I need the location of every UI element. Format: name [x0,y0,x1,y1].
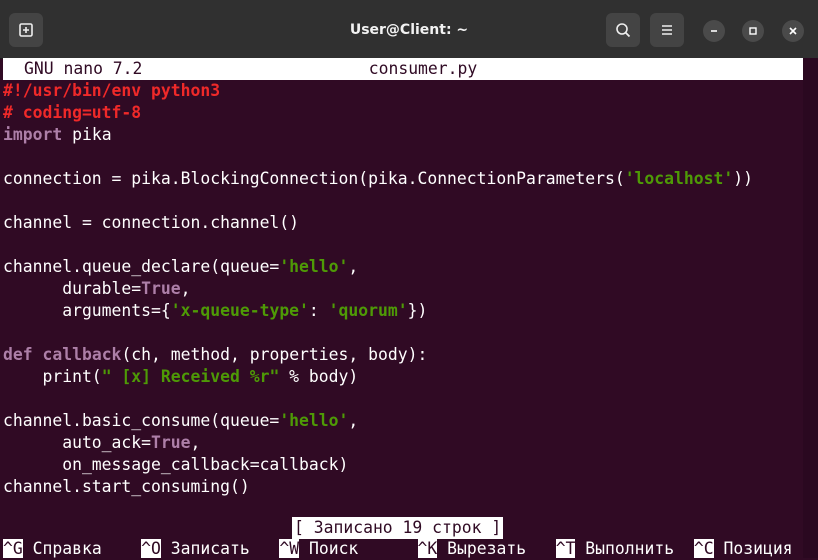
code-token: True [141,279,181,298]
code-line: auto_ack=True, [3,432,753,454]
code-token: import [3,125,63,144]
code-token: 'localhost' [624,169,734,188]
code-line: durable=True, [3,278,753,300]
shortcut-label: Выполнить [575,539,694,558]
file-name: consumer.py [368,59,478,78]
code-token: channel.queue_declare(queue= [3,257,280,276]
code-token: , [348,411,359,430]
shortcut-bar: ^G Справка ^O Записать ^W Поиск ^K Вырез… [3,538,818,560]
code-line: channel = connection.channel() [3,212,753,234]
code-token: " [x] Received %r" [101,367,280,386]
code-line: channel.basic_consume(queue='hello', [3,410,753,432]
shortcut-item: ^O Записать [141,539,279,558]
shortcut-key: ^K [417,539,438,558]
window-title: User@Client: ~ [349,22,469,38]
code-token: print( [3,367,102,386]
search-button[interactable] [606,13,640,47]
scrollbar[interactable] [803,58,818,558]
code-token: 'hello' [279,411,349,430]
code-token: channel.start_consuming() [3,477,250,496]
code-line: connection = pika.BlockingConnection(pik… [3,168,753,190]
shortcut-key: ^O [141,539,161,558]
new-tab-icon [19,23,33,37]
minimize-icon [711,30,717,32]
code-token: True [151,433,191,452]
code-token: #!/usr/bin/env python3 [3,81,221,100]
code-line: on_message_callback=callback) [3,454,753,476]
code-line: channel.queue_declare(queue='hello', [3,256,753,278]
shortcut-item: ^W Поиск [279,539,417,558]
code-token: pika [62,125,112,144]
code-line: import pika [3,124,753,146]
code-line: #!/usr/bin/env python3 [3,80,753,102]
shortcut-label: Записать [160,539,280,558]
nano-header-bar: GNU nano 7.2 consumer.py [3,58,803,80]
shortcut-item: ^C Позиция [693,539,818,558]
code-token: def [3,345,33,364]
code-token: auto_ack= [3,433,152,452]
search-icon [616,23,631,38]
code-token: 'quorum' [328,301,408,320]
code-token: callback [42,345,122,364]
shortcut-key: ^W [279,539,300,558]
code-token: )) [733,169,753,188]
maximize-icon [749,27,757,35]
code-line: def callback(ch, method, properties, bod… [3,344,753,366]
code-editor[interactable]: #!/usr/bin/env python3 # coding=utf-8 impo… [3,80,753,498]
code-token: % body) [279,367,359,386]
code-token: 'hello' [279,257,349,276]
code-token: channel.basic_consume(queue= [3,411,280,430]
code-token: , [190,433,201,452]
code-token: on_message_callback=callback) [3,455,349,474]
shortcut-item: ^K Вырезать [417,539,556,558]
minimize-button[interactable] [703,20,725,42]
close-button[interactable] [782,20,804,42]
close-icon [789,27,797,35]
code-token: arguments={ [3,301,171,320]
terminal-window: User@Client: ~ GNU nano 7.2 consumer.py … [0,0,818,558]
code-line: channel.start_consuming() [3,476,753,498]
new-tab-button[interactable] [9,13,43,47]
code-line: arguments={'x-queue-type': 'quorum'}) [3,300,753,322]
code-token: , [180,279,191,298]
shortcut-label: Поиск [299,539,418,558]
code-token: (ch, method, properties, body): [121,345,428,364]
status-message: [ Записано 19 строк ] [292,517,504,539]
shortcut-key: ^G [3,539,23,558]
code-token: }) [407,301,428,320]
shortcut-key: ^T [555,539,576,558]
code-line: print(" [x] Received %r" % body) [3,366,753,388]
maximize-button[interactable] [742,20,764,42]
shortcut-label: Справка [22,539,142,558]
code-token: : [308,301,329,320]
code-token: , [348,257,359,276]
shortcut-item: ^G Справка [3,539,141,558]
hamburger-menu-icon [662,25,672,35]
menu-button[interactable] [650,13,684,47]
code-token: 'x-queue-type' [170,301,309,320]
terminal-area[interactable]: GNU nano 7.2 consumer.py #!/usr/bin/env … [0,58,803,558]
code-line: # coding=utf-8 [3,102,753,124]
title-bar: User@Client: ~ [0,0,818,59]
shortcut-key: ^C [693,539,714,558]
code-token: connection = pika.BlockingConnection(pik… [3,169,625,188]
code-token: channel = connection.channel() [3,213,300,232]
code-token: # coding=utf-8 [3,103,142,122]
code-token: durable= [3,279,142,298]
shortcut-item: ^T Выполнить [555,539,694,558]
shortcut-label: Вырезать [437,539,556,558]
